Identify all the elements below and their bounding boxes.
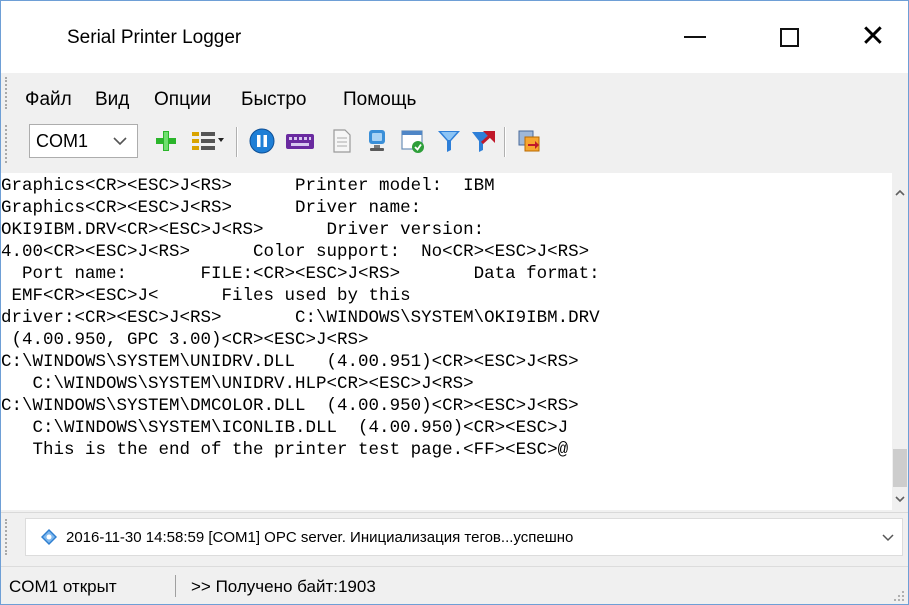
bytes-received: >> Получено байт:1903	[191, 577, 376, 596]
maximize-icon	[779, 27, 799, 47]
event-log-text: 2016-11-30 14:58:59 [COM1] OPC server. И…	[66, 529, 574, 546]
title-bar[interactable]: Serial Printer Logger ✕	[1, 1, 908, 73]
status-bar: COM1 открыт >> Получено байт:1903	[1, 566, 908, 604]
window-title: Serial Printer Logger	[67, 27, 242, 48]
minimize-icon	[684, 36, 706, 38]
toolbar-grip[interactable]	[5, 125, 11, 163]
log-line: Graphics<CR><ESC>J<RS> Printer model: IB…	[1, 176, 495, 196]
close-button[interactable]: ✕	[838, 1, 908, 73]
port-select[interactable]: COM1	[29, 124, 138, 158]
document-icon[interactable]	[327, 127, 355, 155]
log-line: This is the end of the printer test page…	[1, 440, 569, 460]
menu-bar: Файл Вид Опции Быстро Помощь	[1, 73, 908, 113]
filter-arrow-icon[interactable]	[469, 127, 497, 155]
log-line: C:\WINDOWS\SYSTEM\UNIDRV.DLL (4.00.951)<…	[1, 352, 579, 372]
menu-options[interactable]: Опции	[154, 89, 211, 111]
port-status: COM1 открыт	[9, 577, 117, 596]
log-line: (4.00.950, GPC 3.00)<CR><ESC>J<RS>	[1, 330, 369, 350]
event-grip[interactable]	[5, 519, 11, 555]
window-check-icon[interactable]	[399, 127, 427, 155]
scroll-thumb[interactable]	[893, 449, 907, 487]
maximize-button[interactable]	[754, 1, 824, 73]
chevron-down-icon	[113, 137, 127, 146]
display-icon[interactable]	[363, 127, 391, 155]
close-icon: ✕	[860, 19, 886, 54]
keyboard-icon[interactable]	[284, 127, 316, 155]
log-line: C:\WINDOWS\SYSTEM\DMCOLOR.DLL (4.00.950)…	[1, 396, 579, 416]
event-log-select[interactable]: 2016-11-30 14:58:59 [COM1] OPC server. И…	[25, 518, 903, 556]
status-separator	[175, 575, 176, 597]
toolbar-separator	[236, 127, 238, 157]
resize-grip-icon[interactable]	[892, 589, 906, 603]
menu-file[interactable]: Файл	[25, 89, 72, 111]
log-line: driver:<CR><ESC>J<RS> C:\WINDOWS\SYSTEM\…	[1, 308, 600, 328]
app-window: Serial Printer Logger ✕ Файл Вид Опции Б…	[0, 0, 909, 605]
menu-view[interactable]: Вид	[95, 89, 129, 111]
info-diamond-icon	[41, 529, 57, 545]
log-line: C:\WINDOWS\SYSTEM\ICONLIB.DLL (4.00.950)…	[1, 418, 569, 438]
toolbar: COM1	[1, 119, 908, 171]
log-scrollbar[interactable]	[892, 173, 908, 510]
port-select-value: COM1	[36, 131, 89, 151]
list-settings-icon[interactable]	[189, 127, 229, 155]
menu-help[interactable]: Помощь	[343, 89, 416, 111]
event-row: 2016-11-30 14:58:59 [COM1] OPC server. И…	[1, 512, 908, 563]
add-plus-icon[interactable]	[152, 127, 180, 155]
scroll-up-icon[interactable]	[892, 185, 908, 201]
pause-icon[interactable]	[248, 127, 276, 155]
log-line: C:\WINDOWS\SYSTEM\UNIDRV.HLP<CR><ESC>J<R…	[1, 374, 474, 394]
toolbar-separator	[504, 127, 506, 157]
log-line: Graphics<CR><ESC>J<RS> Driver name:	[1, 198, 422, 218]
menu-quick[interactable]: Быстро	[241, 89, 306, 111]
filter-icon[interactable]	[435, 127, 463, 155]
log-line: 4.00<CR><ESC>J<RS> Color support: No<CR>…	[1, 242, 590, 262]
log-view[interactable]: Graphics<CR><ESC>J<RS> Printer model: IB…	[1, 173, 892, 510]
scroll-down-icon[interactable]	[892, 491, 908, 507]
log-line: OKI9IBM.DRV<CR><ESC>J<RS> Driver version…	[1, 220, 485, 240]
log-line: Port name: FILE:<CR><ESC>J<RS> Data form…	[1, 264, 600, 284]
log-line: EMF<CR><ESC>J< Files used by this	[1, 286, 411, 306]
minimize-button[interactable]	[660, 1, 730, 73]
menu-grip[interactable]	[5, 77, 11, 109]
chevron-down-icon	[882, 534, 894, 542]
export-icon[interactable]	[515, 127, 543, 155]
